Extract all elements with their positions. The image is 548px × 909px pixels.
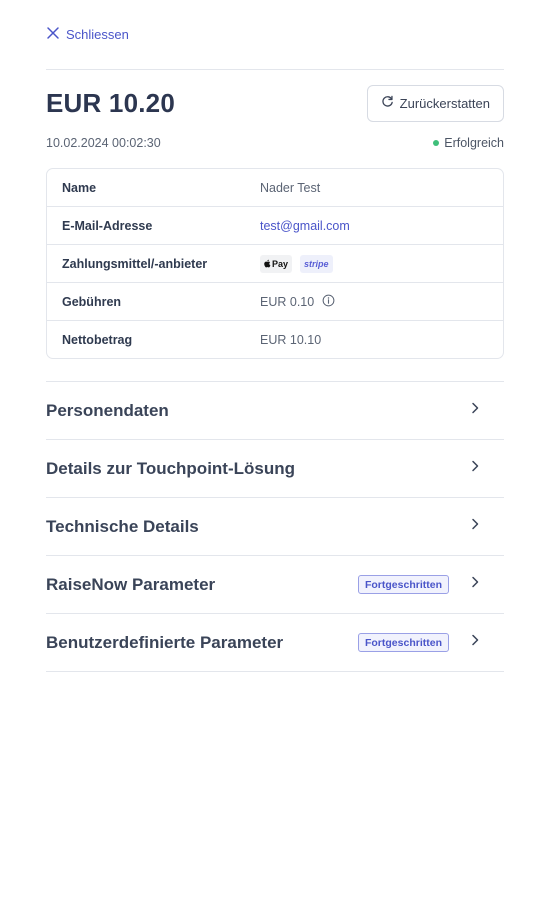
chevron-right-icon [468,633,504,652]
transaction-amount: EUR 10.20 [46,87,175,118]
expandable-sections: Personendaten Details zur Touchpoint-Lös… [46,381,504,672]
section-raisenow-parameters[interactable]: RaiseNow Parameter Fortgeschritten [46,556,504,614]
chevron-right-icon [468,517,504,536]
section-title: Details zur Touchpoint-Lösung [46,458,295,478]
close-icon [46,26,60,43]
detail-label: E-Mail-Adresse [62,218,153,233]
section-person-data[interactable]: Personendaten [46,382,504,440]
close-button[interactable]: Schliessen [46,0,504,70]
detail-row-payment-method: Zahlungsmittel/-anbieter Pay stripe [47,245,503,283]
section-technical-details[interactable]: Technische Details [46,498,504,556]
chevron-right-icon [468,401,504,420]
transaction-meta: 10.02.2024 00:02:30 Erfolgreich [46,135,504,151]
email-link[interactable]: test@gmail.com [260,219,503,233]
payment-method-value: Pay stripe [260,254,503,273]
section-title: Benutzerdefinierte Parameter [46,632,284,652]
status-badge: Erfolgreich [433,136,504,150]
detail-label: Gebühren [62,294,122,309]
fees-value: EUR 0.10 [260,294,503,310]
refund-label: Zurückerstatten [399,95,490,111]
chevron-right-icon [468,459,504,478]
chevron-right-icon [468,575,504,594]
section-touchpoint-details[interactable]: Details zur Touchpoint-Lösung [46,440,504,498]
refresh-icon [381,95,394,111]
detail-row-name: Name Nader Test [47,169,503,207]
stripe-icon: stripe [300,254,333,273]
detail-row-net-amount: Nettobetrag EUR 10.10 [47,321,503,358]
transaction-detail-panel: Schliessen EUR 10.20 Zurückerstatten 10.… [0,0,548,909]
amount-header: EUR 10.20 Zurückerstatten [46,84,504,122]
apple-pay-label: Pay [272,258,289,269]
detail-label: Nettobetrag [62,332,133,347]
details-table: Name Nader Test E-Mail-Adresse test@gmai… [46,168,504,359]
close-label: Schliessen [66,27,129,42]
detail-label: Name [62,180,97,195]
detail-row-fees: Gebühren EUR 0.10 [47,283,503,321]
apple-pay-icon: Pay [260,254,293,273]
transaction-datetime: 10.02.2024 00:02:30 [46,136,161,150]
refund-button[interactable]: Zurückerstatten [366,84,504,122]
status-label: Erfolgreich [444,136,504,150]
detail-value: EUR 0.10 [260,294,315,309]
section-title: Personendaten [46,400,169,420]
detail-label: Zahlungsmittel/-anbieter [62,256,208,271]
section-custom-parameters[interactable]: Benutzerdefinierte Parameter Fortgeschri… [46,614,504,672]
info-icon[interactable] [322,294,335,310]
detail-row-email: E-Mail-Adresse test@gmail.com [47,207,503,245]
status-dot-icon [433,140,440,146]
advanced-badge: Fortgeschritten [357,633,449,652]
section-title: Technische Details [46,516,199,536]
section-title: RaiseNow Parameter [46,574,216,594]
detail-value: Nader Test [260,180,321,195]
detail-value: EUR 10.10 [260,332,322,347]
advanced-badge: Fortgeschritten [357,575,449,594]
